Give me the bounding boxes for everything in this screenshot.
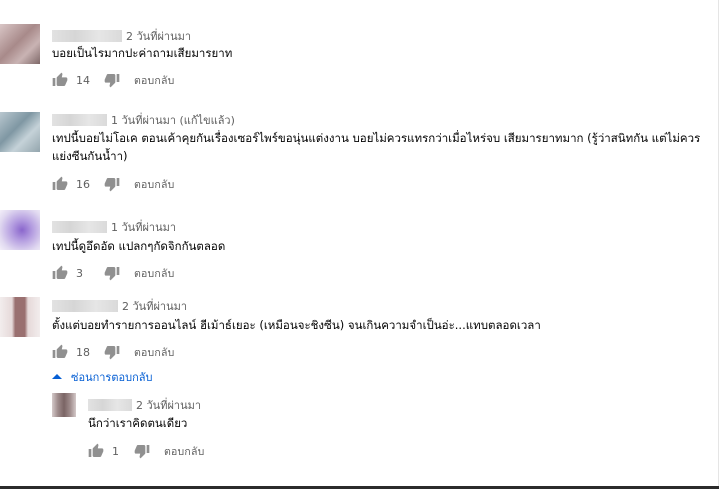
comment-actions: 1 ตอบกลับ	[88, 442, 204, 460]
avatar[interactable]	[0, 112, 40, 152]
comment-timestamp[interactable]: 2 วันที่ผ่านมา	[122, 297, 187, 315]
thumb-down-icon[interactable]	[104, 265, 120, 281]
thumb-up-icon[interactable]	[52, 72, 68, 88]
avatar[interactable]	[52, 393, 76, 417]
comment-actions: 14 ตอบกลับ	[52, 71, 174, 89]
hide-replies-label: ซ่อนการตอบกลับ	[71, 371, 153, 384]
comment-timestamp[interactable]: 2 วันที่ผ่านมา	[136, 396, 201, 414]
thumb-up-icon[interactable]	[52, 265, 68, 281]
comment-header: 2 วันที่ผ่านมา	[52, 27, 191, 45]
thumb-up-icon[interactable]	[88, 443, 104, 459]
thumb-down-icon[interactable]	[104, 344, 120, 360]
thumb-down-icon[interactable]	[134, 443, 150, 459]
avatar[interactable]	[0, 297, 40, 337]
comment-timestamp[interactable]: 1 วันที่ผ่านมา (แก้ไขแล้ว)	[111, 111, 235, 129]
like-count: 18	[76, 345, 90, 359]
author-name[interactable]	[52, 114, 107, 126]
author-name[interactable]	[52, 300, 118, 312]
reply-button[interactable]: ตอบกลับ	[134, 265, 174, 282]
thumb-down-icon[interactable]	[104, 176, 120, 192]
comment-text: นึกว่าเราคิดตนเดียว	[88, 416, 188, 430]
like-count: 3	[76, 266, 83, 280]
caret-up-icon	[52, 374, 62, 379]
comment-timestamp[interactable]: 2 วันที่ผ่านมา	[126, 27, 191, 45]
author-name[interactable]	[52, 221, 107, 233]
like-count: 16	[76, 177, 90, 191]
comment-text: ตั้งแต่บอยทำรายการออนไลน์ ฮีเม้าธ์เยอะ (…	[52, 318, 541, 332]
comment-timestamp[interactable]: 1 วันที่ผ่านมา	[111, 218, 176, 236]
bottom-divider	[0, 486, 719, 489]
avatar[interactable]	[0, 210, 40, 250]
thumb-down-icon[interactable]	[104, 72, 120, 88]
comment-text: บอยเป็นไรมากปะค่าถามเสียมารยาท	[52, 46, 233, 60]
comment-actions: 18 ตอบกลับ	[52, 343, 174, 361]
reply-button[interactable]: ตอบกลับ	[134, 72, 174, 89]
reply-button[interactable]: ตอบกลับ	[164, 443, 204, 460]
comment-actions: 16 ตอบกลับ	[52, 175, 174, 193]
hide-replies-button[interactable]: ซ่อนการตอบกลับ	[52, 368, 152, 386]
thumb-up-icon[interactable]	[52, 176, 68, 192]
like-count: 1	[112, 444, 119, 458]
reply-button[interactable]: ตอบกลับ	[134, 176, 174, 193]
comment-header: 1 วันที่ผ่านมา (แก้ไขแล้ว)	[52, 111, 235, 129]
comment-header: 1 วันที่ผ่านมา	[52, 218, 176, 236]
comment-actions: 3 ตอบกลับ	[52, 264, 174, 282]
author-name[interactable]	[88, 399, 132, 411]
like-count: 14	[76, 73, 90, 87]
author-name[interactable]	[52, 30, 122, 42]
comment-header: 2 วันที่ผ่านมา	[88, 396, 201, 414]
comment-text: เทปนี้บอยไม่โอเค ตอนเค้าคุยกันเรื่องเซอร…	[52, 131, 701, 163]
comment-text: เทปนี้ดูอึดอัด แปลกๆกัดจิกกันตลอด	[52, 239, 226, 253]
thumb-up-icon[interactable]	[52, 344, 68, 360]
reply-button[interactable]: ตอบกลับ	[134, 344, 174, 361]
avatar[interactable]	[0, 24, 40, 64]
comment-header: 2 วันที่ผ่านมา	[52, 297, 187, 315]
comment-thread: 2 วันที่ผ่านมา บอยเป็นไรมากปะค่าถามเสียม…	[0, 0, 719, 96]
